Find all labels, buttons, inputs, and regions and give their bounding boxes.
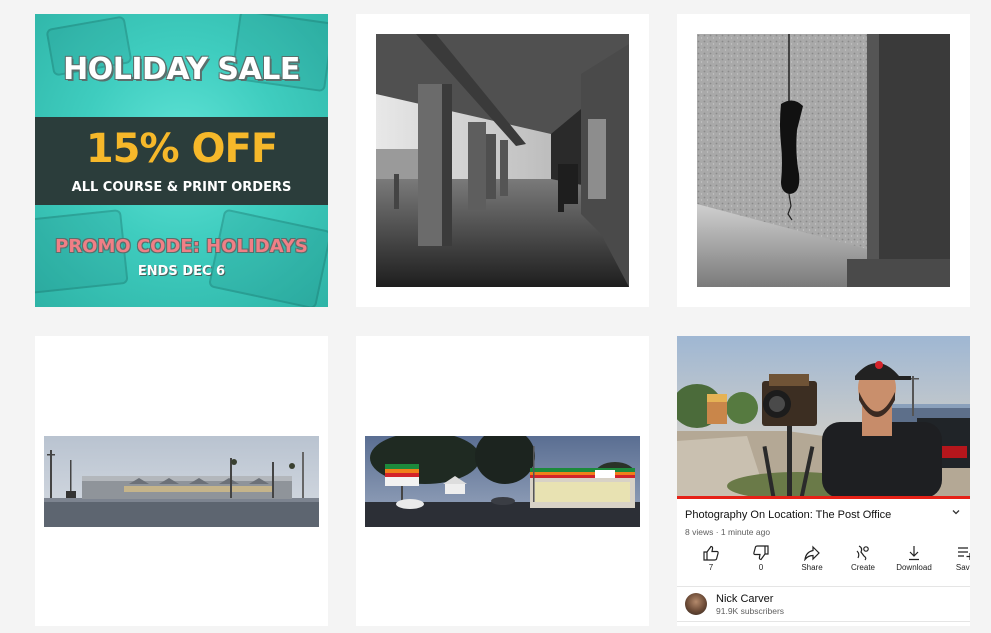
promo-code: PROMO CODE: HOLIDAYS <box>55 236 308 257</box>
video-meta: 8 views · 1 minute ago <box>685 527 771 537</box>
create-icon <box>856 545 869 561</box>
divider <box>677 621 970 622</box>
video-actions-bar: 7 0 Share Create Download Save <box>677 542 970 582</box>
divider <box>677 586 970 587</box>
download-icon <box>909 546 919 561</box>
youtube-video-card[interactable]: Photography On Location: The Post Office… <box>677 336 970 626</box>
promo-discount: 15% OFF <box>85 126 278 172</box>
convenience-store-panorama-photo <box>365 436 640 527</box>
subscriber-count: 91.9K subscribers <box>716 606 785 616</box>
dislike-count: 0 <box>758 563 764 572</box>
post-strip-mall-panorama[interactable] <box>35 336 328 626</box>
promo-title: HOLIDAY SALE <box>63 52 300 87</box>
colonnade-photo <box>376 34 629 287</box>
thumbs-down-icon <box>753 545 769 561</box>
promo-subtitle: ALL COURSE & PRINT ORDERS <box>71 180 292 195</box>
holiday-sale-graphic: HOLIDAY SALE 15% OFF ALL COURSE & PRINT … <box>35 14 328 307</box>
share-label: Share <box>801 563 823 572</box>
channel-avatar[interactable] <box>685 593 707 615</box>
post-holiday-sale[interactable]: HOLIDAY SALE 15% OFF ALL COURSE & PRINT … <box>35 14 328 307</box>
video-title[interactable]: Photography On Location: The Post Office <box>685 509 891 521</box>
thumbs-up-icon <box>703 545 719 561</box>
promo-ends: ENDS DEC 6 <box>137 264 226 279</box>
download-label: Download <box>896 563 932 572</box>
share-icon <box>804 545 820 561</box>
post-convenience-store-panorama[interactable] <box>356 336 649 626</box>
save-label: Save <box>955 563 970 572</box>
share-button[interactable]: Share <box>787 542 837 572</box>
background-camera-shape <box>207 208 328 307</box>
post-colonnade-photo[interactable] <box>356 14 649 307</box>
expand-chevron-icon[interactable] <box>950 506 962 521</box>
post-payphone-photo[interactable] <box>677 14 970 307</box>
like-button[interactable]: 7 <box>686 542 736 572</box>
download-button[interactable]: Download <box>889 542 939 572</box>
channel-name[interactable]: Nick Carver <box>716 593 773 605</box>
save-icon <box>958 547 970 560</box>
dislike-button[interactable]: 0 <box>736 542 786 572</box>
strip-mall-panorama-photo <box>44 436 319 527</box>
create-button[interactable]: Create <box>838 542 888 572</box>
save-button[interactable]: Save <box>940 542 970 572</box>
payphone-photo <box>697 34 950 287</box>
video-thumbnail[interactable] <box>677 336 970 498</box>
like-count: 7 <box>708 563 714 572</box>
video-progress-bar <box>677 496 970 499</box>
create-label: Create <box>850 563 875 572</box>
